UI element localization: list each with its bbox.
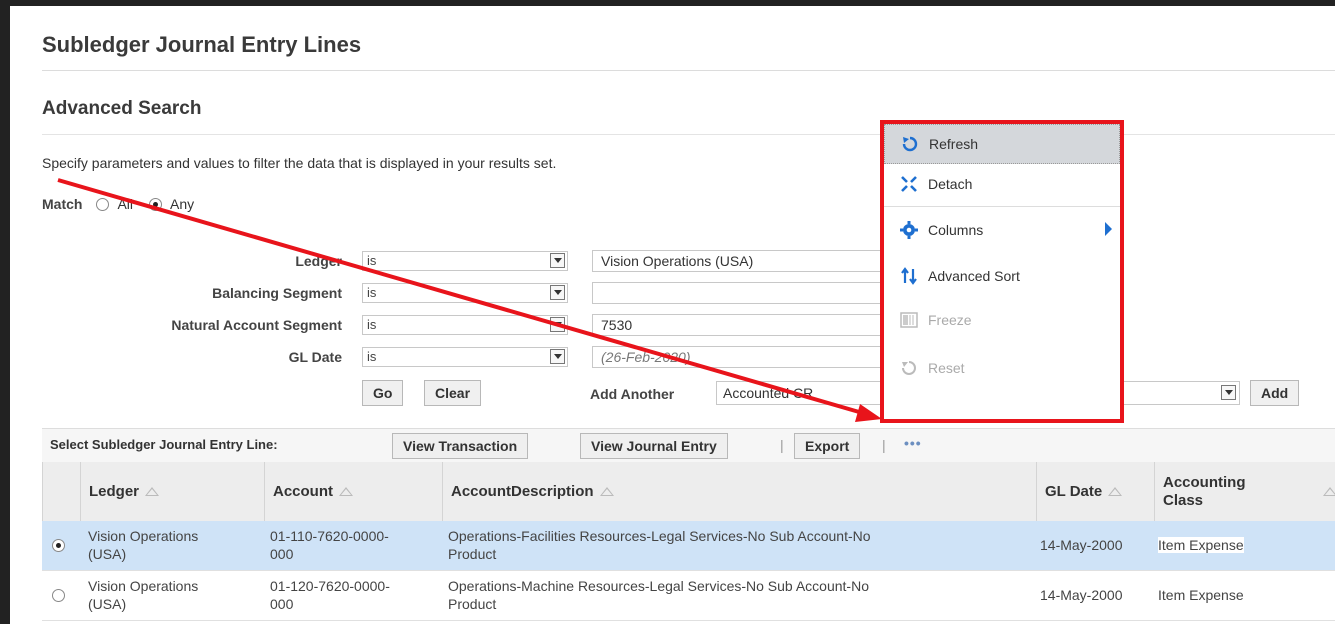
operator-value: is bbox=[367, 253, 377, 268]
go-button[interactable]: Go bbox=[362, 380, 404, 406]
add-another-field[interactable]: Accounted CR bbox=[716, 381, 892, 405]
cell-account: 01-110-7620-0000- 000 bbox=[270, 528, 389, 562]
detach-icon bbox=[900, 175, 918, 193]
refresh-icon bbox=[901, 135, 919, 153]
toolbar-separator: | bbox=[780, 437, 784, 453]
match-label: Match bbox=[42, 196, 83, 212]
add-another-select[interactable] bbox=[1110, 381, 1240, 405]
window-frame: Subledger Journal Entry Lines Advanced S… bbox=[0, 0, 1335, 624]
overflow-menu-icon[interactable]: ••• bbox=[904, 435, 922, 451]
add-another-label: Add Another bbox=[590, 386, 675, 402]
sort-icon[interactable] bbox=[599, 487, 614, 496]
select-line-label: Select Subledger Journal Entry Line: bbox=[50, 437, 278, 452]
cell-accounting-class: Item Expense bbox=[1158, 587, 1244, 603]
column-header-account-description[interactable]: AccountDescription bbox=[442, 462, 1036, 521]
criteria-label-balancing-segment: Balancing Segment bbox=[212, 285, 342, 301]
sort-icon bbox=[900, 267, 918, 285]
search-instructions: Specify parameters and values to filter … bbox=[42, 155, 557, 171]
chevron-down-icon[interactable] bbox=[550, 285, 565, 300]
view-journal-entry-button[interactable]: View Journal Entry bbox=[580, 433, 728, 459]
menu-item-freeze: Freeze bbox=[884, 300, 1120, 340]
toolbar-separator: | bbox=[882, 437, 886, 453]
add-button[interactable]: Add bbox=[1250, 380, 1300, 406]
ledger-operator-select[interactable]: is bbox=[362, 251, 568, 271]
advanced-search-title: Advanced Search bbox=[42, 98, 202, 119]
divider bbox=[42, 134, 1335, 135]
ledger-value-field[interactable]: Vision Operations (USA) bbox=[592, 250, 892, 272]
cell-gl-date: 14-May-2000 bbox=[1040, 537, 1123, 553]
balancing-segment-value-field[interactable] bbox=[592, 282, 892, 304]
sort-icon[interactable] bbox=[339, 487, 353, 496]
select-column-header bbox=[42, 462, 80, 521]
page-title: Subledger Journal Entry Lines bbox=[42, 32, 362, 57]
cell-account: 01-120-7620-0000- 000 bbox=[270, 578, 390, 612]
criteria-label-gl-date: GL Date bbox=[288, 349, 342, 365]
cell-ledger: Vision Operations (USA) bbox=[88, 528, 199, 562]
natural-account-value-field[interactable]: 7530 bbox=[592, 314, 892, 336]
clear-button[interactable]: Clear bbox=[424, 380, 482, 406]
criteria-label-natural-account-segment: Natural Account Segment bbox=[171, 317, 342, 333]
sort-icon[interactable] bbox=[1108, 487, 1123, 496]
balancing-segment-operator-select[interactable]: is bbox=[362, 283, 568, 303]
table-row[interactable]: Vision Operations (USA) 01-110-7620-0000… bbox=[42, 521, 1335, 571]
gl-date-operator-select[interactable]: is bbox=[362, 347, 568, 367]
chevron-down-icon[interactable] bbox=[1221, 385, 1236, 400]
cell-accounting-class: Item Expense bbox=[1158, 537, 1244, 553]
sort-icon[interactable] bbox=[1323, 487, 1335, 496]
row-select-radio[interactable] bbox=[52, 539, 65, 552]
sort-icon[interactable] bbox=[145, 487, 160, 496]
column-title: GL Date bbox=[1045, 483, 1103, 500]
menu-item-refresh[interactable]: Refresh bbox=[884, 124, 1120, 164]
menu-item-columns[interactable]: Columns bbox=[884, 210, 1120, 250]
operator-value: is bbox=[367, 285, 377, 300]
natural-account-operator-select[interactable]: is bbox=[362, 315, 568, 335]
divider bbox=[42, 70, 1335, 71]
results-toolbar: Select Subledger Journal Entry Line: Vie… bbox=[42, 428, 1335, 463]
column-title: AccountDescription bbox=[451, 483, 594, 500]
cell-account-description: Operations-Facilities Resources-Legal Se… bbox=[448, 528, 871, 562]
row-select-radio[interactable] bbox=[52, 589, 65, 602]
match-any-label: Any bbox=[170, 196, 195, 212]
cell-gl-date: 14-May-2000 bbox=[1040, 587, 1123, 603]
column-header-ledger[interactable]: Ledger bbox=[80, 462, 264, 521]
chevron-down-icon[interactable] bbox=[550, 317, 565, 332]
match-all-label: All bbox=[117, 196, 134, 212]
operator-value: is bbox=[367, 317, 377, 332]
column-header-gl-date[interactable]: GL Date bbox=[1036, 462, 1154, 521]
cell-account-description: Operations-Machine Resources-Legal Servi… bbox=[448, 578, 869, 612]
column-title: Accounting Class bbox=[1163, 473, 1246, 509]
column-title: Ledger bbox=[89, 483, 140, 500]
chevron-down-icon[interactable] bbox=[550, 253, 565, 268]
view-transaction-button[interactable]: View Transaction bbox=[392, 433, 529, 459]
match-all-radio[interactable] bbox=[96, 197, 110, 211]
table-context-menu: Refresh Detach Columns Advanced Sort Fre… bbox=[880, 120, 1124, 423]
export-button[interactable]: Export bbox=[794, 433, 861, 459]
submenu-arrow-icon bbox=[1105, 222, 1112, 236]
table-header: Ledger Account AccountDescription GL Dat… bbox=[42, 462, 1335, 522]
match-any-radio[interactable] bbox=[149, 197, 163, 211]
operator-value: is bbox=[367, 349, 377, 364]
reset-icon bbox=[900, 359, 918, 377]
cell-ledger: Vision Operations (USA) bbox=[88, 578, 199, 612]
chevron-down-icon[interactable] bbox=[550, 349, 565, 364]
menu-separator bbox=[884, 206, 1120, 207]
gl-date-value-field[interactable]: (26-Feb-2020) bbox=[592, 346, 892, 368]
criteria-label-ledger: Ledger bbox=[295, 253, 342, 269]
table-row[interactable]: Vision Operations (USA) 01-120-7620-0000… bbox=[42, 571, 1335, 621]
column-header-account[interactable]: Account bbox=[264, 462, 442, 521]
column-title: Account bbox=[273, 483, 333, 500]
gear-icon bbox=[900, 221, 918, 239]
freeze-icon bbox=[900, 311, 918, 329]
menu-item-advanced-sort[interactable]: Advanced Sort bbox=[884, 256, 1120, 296]
match-options: Match All Any bbox=[42, 196, 194, 212]
menu-item-detach[interactable]: Detach bbox=[884, 164, 1120, 204]
menu-item-reset: Reset bbox=[884, 348, 1120, 388]
column-header-accounting-class[interactable]: Accounting Class bbox=[1154, 462, 1335, 521]
